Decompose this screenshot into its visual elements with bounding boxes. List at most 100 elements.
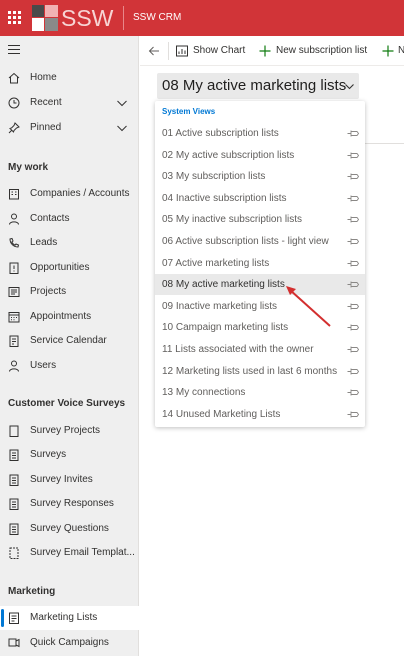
- sidebar-item-survey-questions[interactable]: Survey Questions: [0, 517, 139, 541]
- sidebar-item-projects[interactable]: Projects: [0, 280, 139, 304]
- back-arrow-icon: [148, 46, 159, 56]
- view-option[interactable]: 14 Unused Marketing Lists: [155, 404, 365, 425]
- sidebar-item-home[interactable]: Home: [0, 66, 139, 90]
- view-option-label: 03 My subscription lists: [162, 171, 266, 183]
- sidebar-item-recent[interactable]: Recent: [0, 91, 139, 115]
- view-option-label: 12 Marketing lists used in last 6 months: [162, 365, 338, 377]
- sidebar-item-marketing-lists[interactable]: Marketing Lists: [0, 606, 139, 630]
- sidebar-item-label: Survey Email Templat...: [30, 547, 135, 558]
- plus-icon: [259, 45, 271, 57]
- view-option-label: 06 Active subscription lists - light vie…: [162, 236, 329, 247]
- back-button[interactable]: [145, 36, 163, 66]
- view-option[interactable]: 04 Inactive subscription lists: [155, 188, 365, 209]
- sidebar-item-survey-responses[interactable]: Survey Responses: [0, 492, 139, 516]
- sidebar-item-leads[interactable]: Leads: [0, 231, 139, 255]
- list-icon: [8, 287, 20, 297]
- pin-icon[interactable]: [347, 367, 359, 376]
- view-option[interactable]: 02 My active subscription lists: [155, 145, 365, 166]
- pin-icon[interactable]: [347, 280, 359, 289]
- command-bar: Show Chart New subscription list N: [140, 36, 404, 66]
- view-option-label: 14 Unused Marketing Lists: [162, 408, 281, 420]
- pin-icon[interactable]: [347, 259, 359, 268]
- view-option[interactable]: 03 My subscription lists: [155, 166, 365, 187]
- new-button-overflow[interactable]: N: [381, 36, 404, 66]
- section-title-marketing: Marketing: [8, 586, 56, 597]
- section-title-my-work: My work: [8, 162, 49, 173]
- sidebar-item-label: Pinned: [30, 122, 62, 133]
- person-icon: [9, 360, 19, 372]
- sidebar-item-companies[interactable]: Companies / Accounts: [0, 182, 139, 206]
- sidebar-item-opportunities[interactable]: Opportunities: [0, 256, 139, 280]
- sidebar-item-survey-invites[interactable]: Survey Invites: [0, 468, 139, 492]
- view-option-label: 13 My connections: [162, 387, 246, 399]
- view-option-label: 05 My inactive subscription lists: [162, 214, 303, 226]
- view-option[interactable]: 06 Active subscription lists - light vie…: [155, 231, 365, 252]
- view-option-label: 02 My active subscription lists: [162, 149, 295, 161]
- hamburger-menu-icon[interactable]: [8, 45, 20, 55]
- view-option[interactable]: 07 Active marketing lists: [155, 253, 365, 274]
- chevron-down-icon[interactable]: [116, 97, 128, 109]
- phone-person-icon: [9, 237, 20, 248]
- pin-icon[interactable]: [347, 151, 359, 160]
- sidebar-item-contacts[interactable]: Contacts: [0, 207, 139, 231]
- person-icon: [9, 213, 19, 225]
- header-divider: [123, 6, 124, 30]
- sidebar-item-appointments[interactable]: Appointments: [0, 305, 139, 329]
- app-name[interactable]: SSW CRM: [133, 12, 181, 24]
- sidebar-item-survey-projects[interactable]: Survey Projects: [0, 419, 139, 443]
- chevron-down-icon[interactable]: [116, 122, 128, 134]
- sidebar-item-label: Survey Projects: [30, 425, 101, 436]
- document-list-icon: [9, 474, 19, 486]
- view-option[interactable]: 13 My connections: [155, 382, 365, 403]
- calendar-icon: [8, 312, 20, 323]
- new-subscription-list-button[interactable]: New subscription list: [258, 36, 370, 66]
- view-option-label: 10 Campaign marketing lists: [162, 322, 289, 334]
- sidebar-item-label: Home: [30, 72, 57, 83]
- pin-icon[interactable]: [347, 410, 359, 419]
- system-views-header: System Views: [162, 107, 216, 116]
- marketing-list-icon: [9, 612, 19, 624]
- sidebar-item-label: Survey Invites: [30, 474, 93, 485]
- pin-icon: [8, 122, 20, 134]
- ssw-logo-mark: [32, 5, 58, 31]
- sidebar-item-label: Users: [30, 360, 57, 371]
- document-list-icon: [9, 449, 19, 461]
- opportunity-icon: [9, 262, 19, 274]
- pin-icon[interactable]: [347, 302, 359, 311]
- sidebar-item-service-calendar[interactable]: Service Calendar: [0, 329, 139, 353]
- view-option[interactable]: 12 Marketing lists used in last 6 months: [155, 361, 365, 382]
- pin-icon[interactable]: [347, 345, 359, 354]
- sidebar-item-quick-campaigns[interactable]: Quick Campaigns: [0, 631, 139, 655]
- view-selector[interactable]: 08 My active marketing lists: [157, 73, 359, 99]
- home-icon: [8, 72, 20, 84]
- sidebar-item-label: Recent: [30, 97, 62, 108]
- pin-icon[interactable]: [347, 129, 359, 138]
- pin-icon[interactable]: [347, 323, 359, 332]
- pin-icon[interactable]: [347, 388, 359, 397]
- show-chart-label: Show Chart: [193, 45, 246, 56]
- show-chart-button[interactable]: Show Chart: [175, 36, 245, 66]
- calendar-grid-icon: [9, 335, 19, 347]
- chevron-down-icon: [345, 84, 354, 90]
- pin-icon[interactable]: [347, 237, 359, 246]
- sidebar-item-users[interactable]: Users: [0, 354, 139, 378]
- view-dropdown: System Views 01 Active subscription list…: [155, 101, 365, 427]
- plus-icon: [382, 45, 394, 57]
- view-option[interactable]: 11 Lists associated with the owner: [155, 339, 365, 360]
- app-launcher-icon[interactable]: [8, 11, 22, 25]
- pin-icon[interactable]: [347, 194, 359, 203]
- view-option[interactable]: 01 Active subscription lists: [155, 123, 365, 144]
- sidebar-item-pinned[interactable]: Pinned: [0, 116, 139, 140]
- view-option[interactable]: 05 My inactive subscription lists: [155, 209, 365, 230]
- new-subscription-list-label: New subscription list: [276, 45, 368, 56]
- pin-icon[interactable]: [347, 172, 359, 181]
- sidebar-item-survey-email-templates[interactable]: Survey Email Templat...: [0, 541, 139, 565]
- document-icon: [9, 425, 19, 437]
- sidebar-item-surveys[interactable]: Surveys: [0, 443, 139, 467]
- building-icon: [9, 189, 19, 200]
- clock-icon: [8, 97, 20, 109]
- annotation-arrow: [286, 286, 331, 327]
- pin-icon[interactable]: [347, 215, 359, 224]
- section-title-customer-voice-surveys: Customer Voice Surveys: [8, 398, 126, 409]
- view-option-label: 09 Inactive marketing lists: [162, 300, 278, 312]
